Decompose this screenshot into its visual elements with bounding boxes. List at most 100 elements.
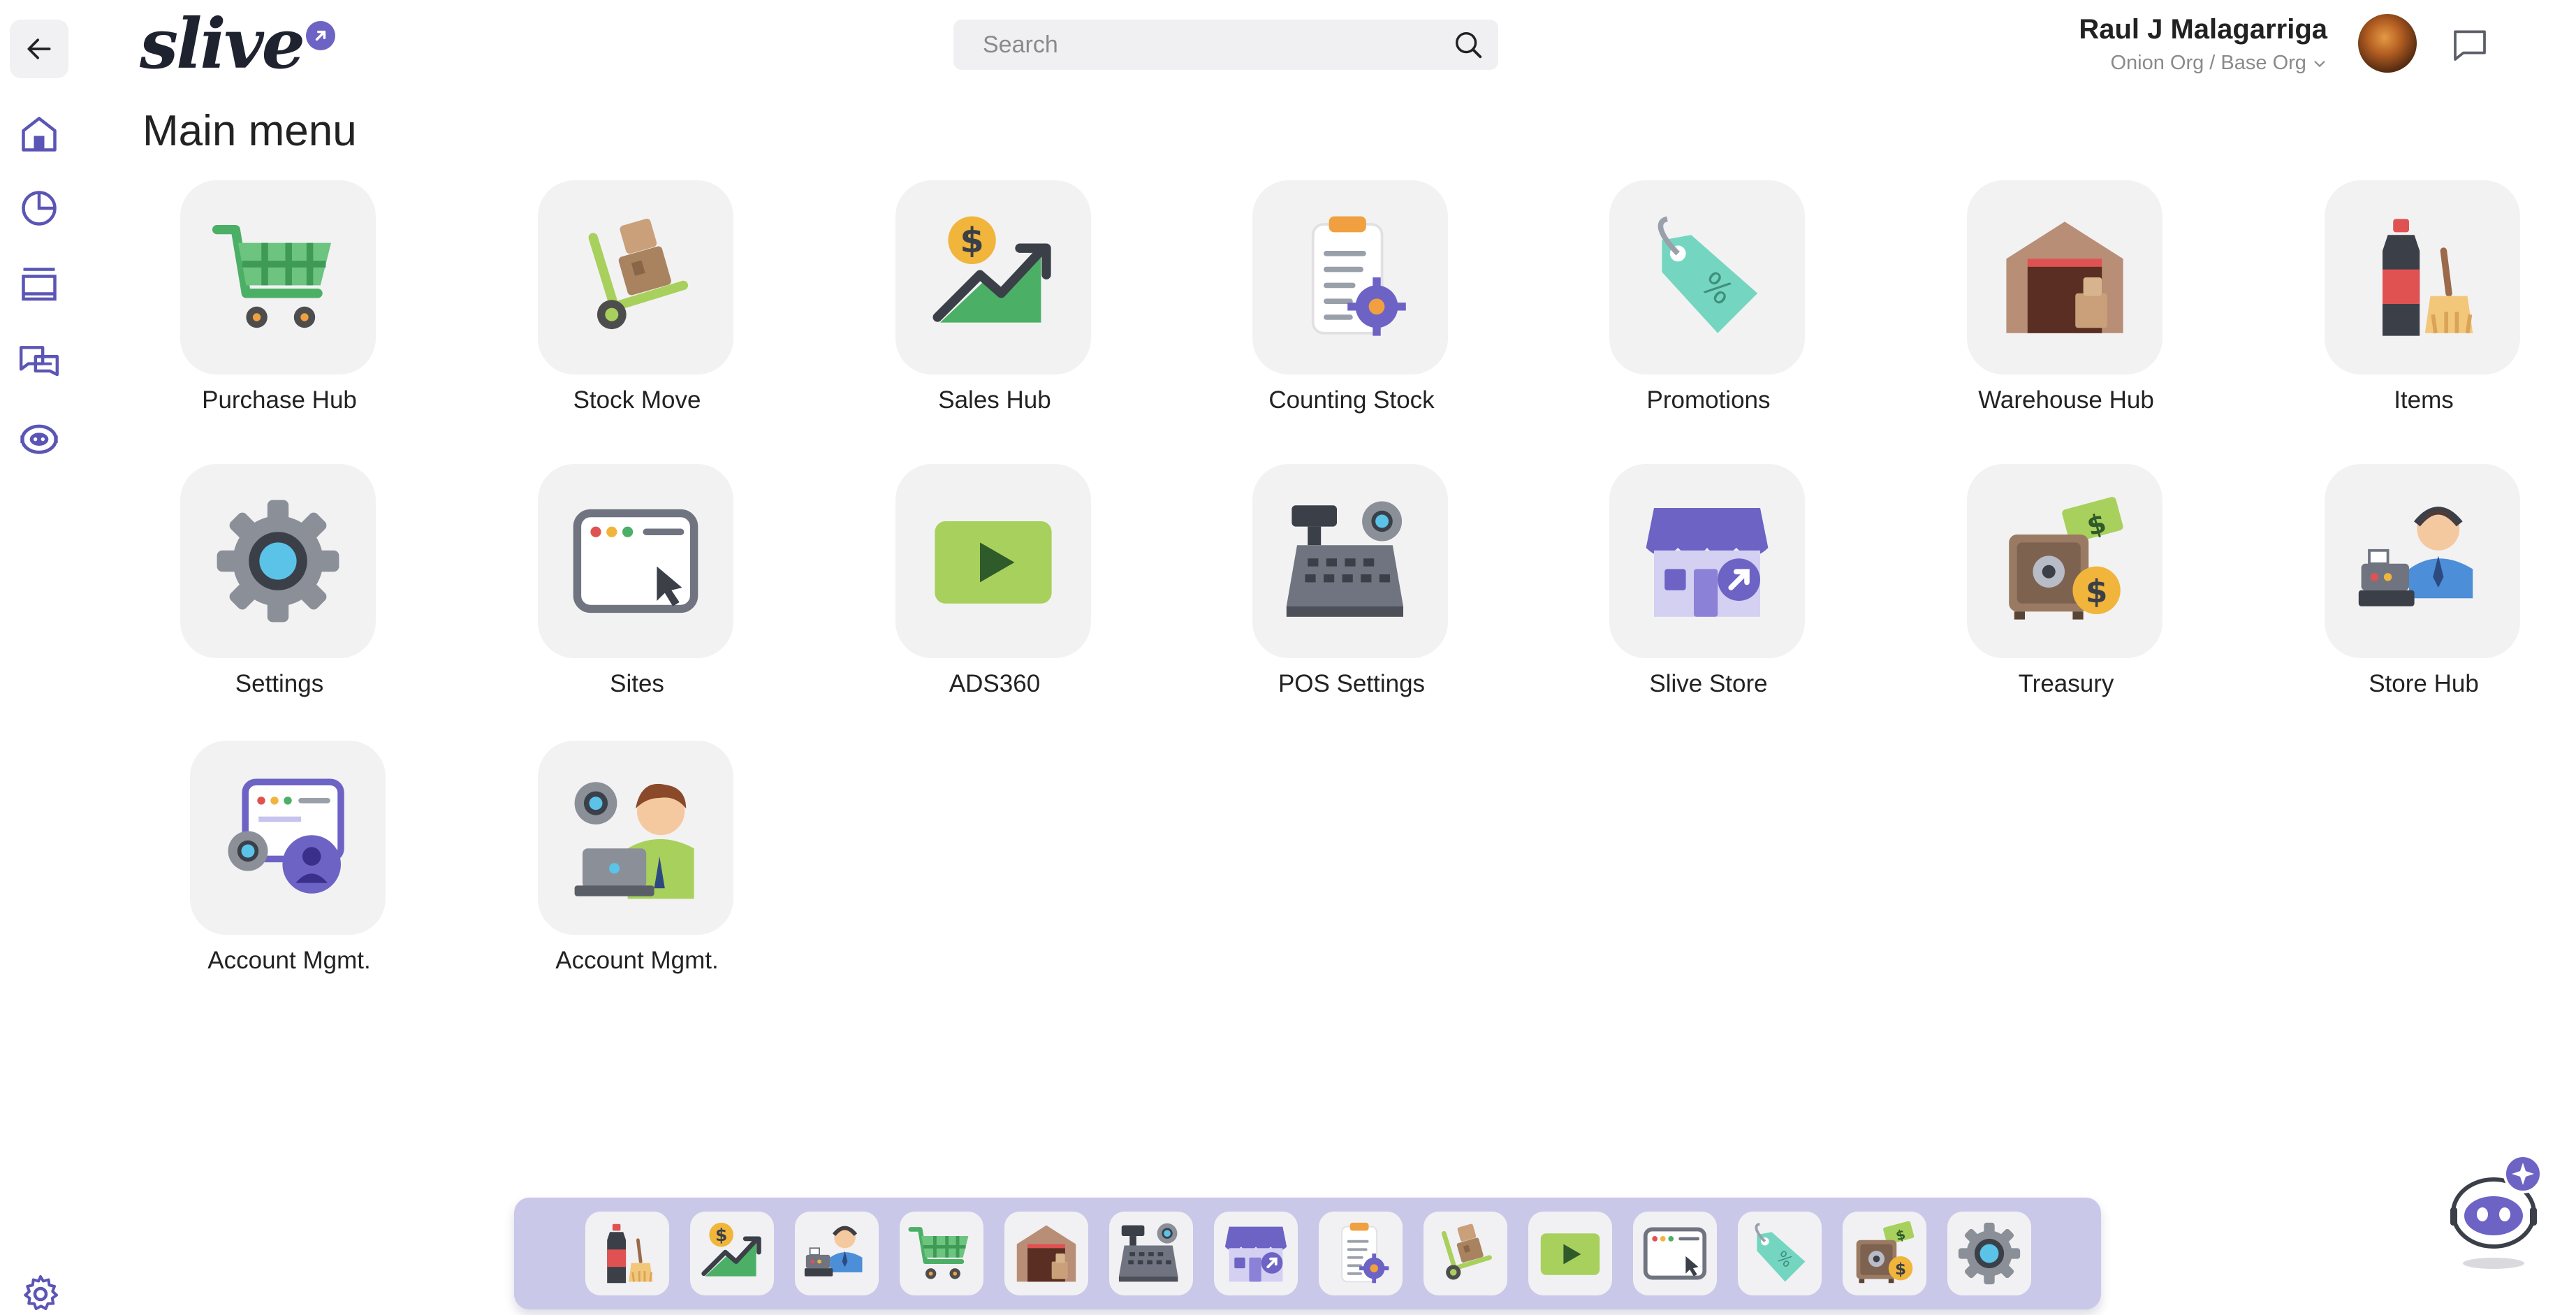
warehouse-icon [1013, 1220, 1080, 1287]
sales-growth-icon [698, 1220, 766, 1287]
page-title: Main menu [142, 107, 357, 155]
browser-window-icon [1641, 1220, 1708, 1287]
sidebar-item-home[interactable] [10, 105, 68, 164]
window-stack-icon [22, 268, 57, 301]
dock-item-treasury[interactable] [1843, 1212, 1926, 1295]
tile-label: Promotions [1646, 386, 1771, 414]
tile-label: Sales Hub [938, 386, 1051, 414]
store-operator-icon [2356, 495, 2489, 627]
user-info[interactable]: Raul J Malagarriga Onion Org / Base Org [2079, 11, 2327, 77]
safe-money-icon [1998, 495, 2131, 627]
search-bar [953, 20, 1498, 70]
bottle-broom-icon [594, 1220, 661, 1287]
hand-truck-icon [1432, 1220, 1499, 1287]
sales-growth-icon [927, 211, 1060, 344]
hand-truck-icon [569, 211, 702, 344]
chat-icon[interactable] [2450, 25, 2489, 64]
shopping-cart-icon [908, 1220, 975, 1287]
search-input[interactable] [981, 30, 1452, 59]
robot-icon [20, 424, 58, 454]
arrow-left-icon [27, 38, 51, 59]
logo-arrow-icon [305, 21, 335, 50]
tile-settings[interactable]: Settings [140, 464, 419, 729]
sidebar [0, 0, 84, 1304]
user-name: Raul J Malagarriga [2079, 14, 2327, 45]
cash-register-gear-icon [1284, 495, 1417, 627]
tile-label: Sites [610, 670, 664, 697]
tile-label: Slive Store [1649, 670, 1768, 697]
discount-tag-icon [1746, 1220, 1813, 1287]
sidebar-item-assistant[interactable] [10, 408, 68, 467]
chat-bubbles-icon [19, 346, 59, 377]
tile-label: Counting Stock [1268, 386, 1435, 414]
org-selector[interactable]: Onion Org / Base Org [2079, 49, 2327, 77]
slive-logo[interactable]: slive [140, 10, 335, 80]
dock-item-warehouse-hub[interactable] [1004, 1212, 1088, 1295]
warehouse-icon [1998, 211, 2131, 344]
tile-warehouse-hub[interactable]: Warehouse Hub [1926, 180, 2206, 446]
safe-money-icon [1851, 1220, 1918, 1287]
tile-items[interactable]: Items [2284, 180, 2563, 446]
tile-label: ADS360 [949, 670, 1041, 697]
logo-text: slive [140, 4, 305, 85]
dock-item-slive-store[interactable] [1214, 1212, 1298, 1295]
tile-sales-hub[interactable]: Sales Hub [855, 180, 1134, 446]
browser-window-icon [569, 495, 702, 627]
tile-purchase-hub[interactable]: Purchase Hub [140, 180, 419, 446]
settings-gear-icon [212, 495, 344, 627]
tile-account-mgmt[interactable]: Account Mgmt. [149, 741, 429, 1006]
dock-item-pos-settings[interactable] [1109, 1212, 1193, 1295]
pie-chart-icon [22, 191, 57, 226]
home-icon [22, 117, 57, 152]
app-dock [514, 1198, 2101, 1309]
tile-store-hub[interactable]: Store Hub [2284, 464, 2563, 729]
tile-stock-move[interactable]: Stock Move [497, 180, 777, 446]
tile-promotions[interactable]: Promotions [1569, 180, 1848, 446]
dock-item-items[interactable] [585, 1212, 669, 1295]
cash-register-gear-icon [1118, 1220, 1185, 1287]
search-icon[interactable] [1452, 29, 1484, 61]
dock-item-ads360[interactable] [1528, 1212, 1612, 1295]
dock-item-store-hub[interactable] [795, 1212, 879, 1295]
tile-label: POS Settings [1278, 670, 1426, 697]
sidebar-item-analytics[interactable] [10, 179, 68, 238]
tile-counting-stock[interactable]: Counting Stock [1212, 180, 1491, 446]
play-video-icon [1537, 1220, 1604, 1287]
dock-item-stock-move[interactable] [1424, 1212, 1507, 1295]
tile-label: Store Hub [2369, 670, 2479, 697]
bottle-broom-icon [2356, 211, 2489, 344]
tile-ads360[interactable]: ADS360 [855, 464, 1134, 729]
account-manager-icon [569, 771, 702, 904]
dock-item-promotions[interactable] [1738, 1212, 1822, 1295]
sidebar-item-messages[interactable] [10, 333, 68, 391]
play-video-icon [927, 495, 1060, 627]
tile-account-mgmt-2[interactable]: Account Mgmt. [497, 741, 777, 1006]
dock-item-purchase-hub[interactable] [900, 1212, 983, 1295]
tile-pos-settings[interactable]: POS Settings [1212, 464, 1491, 729]
tile-label: Purchase Hub [202, 386, 357, 414]
dock-item-sales-hub[interactable] [690, 1212, 774, 1295]
dock-item-settings[interactable] [1947, 1212, 2031, 1295]
tile-sites[interactable]: Sites [497, 464, 777, 729]
sidebar-item-windows[interactable] [10, 256, 68, 314]
tile-slive-store[interactable]: Slive Store [1569, 464, 1848, 729]
tile-label: Account Mgmt. [207, 947, 371, 974]
tile-treasury[interactable]: Treasury [1926, 464, 2206, 729]
tile-label: Stock Move [573, 386, 701, 414]
clipboard-gear-icon [1327, 1220, 1394, 1287]
tile-label: Treasury [2018, 670, 2114, 697]
tile-label: Settings [235, 670, 324, 697]
back-button[interactable] [10, 20, 68, 78]
avatar[interactable] [2358, 14, 2417, 73]
dock-item-counting-stock[interactable] [1319, 1212, 1403, 1295]
assistant-bot-icon[interactable] [2445, 1146, 2549, 1272]
clipboard-gear-icon [1284, 211, 1417, 344]
gear-icon[interactable] [20, 1273, 61, 1315]
tile-label: Warehouse Hub [1978, 386, 2154, 414]
dock-item-sites[interactable] [1633, 1212, 1717, 1295]
org-path: Onion Org / Base Org [2110, 52, 2306, 74]
tile-label: Account Mgmt. [555, 947, 719, 974]
account-window-icon [221, 771, 354, 904]
shopping-cart-icon [212, 211, 344, 344]
store-operator-icon [803, 1220, 870, 1287]
